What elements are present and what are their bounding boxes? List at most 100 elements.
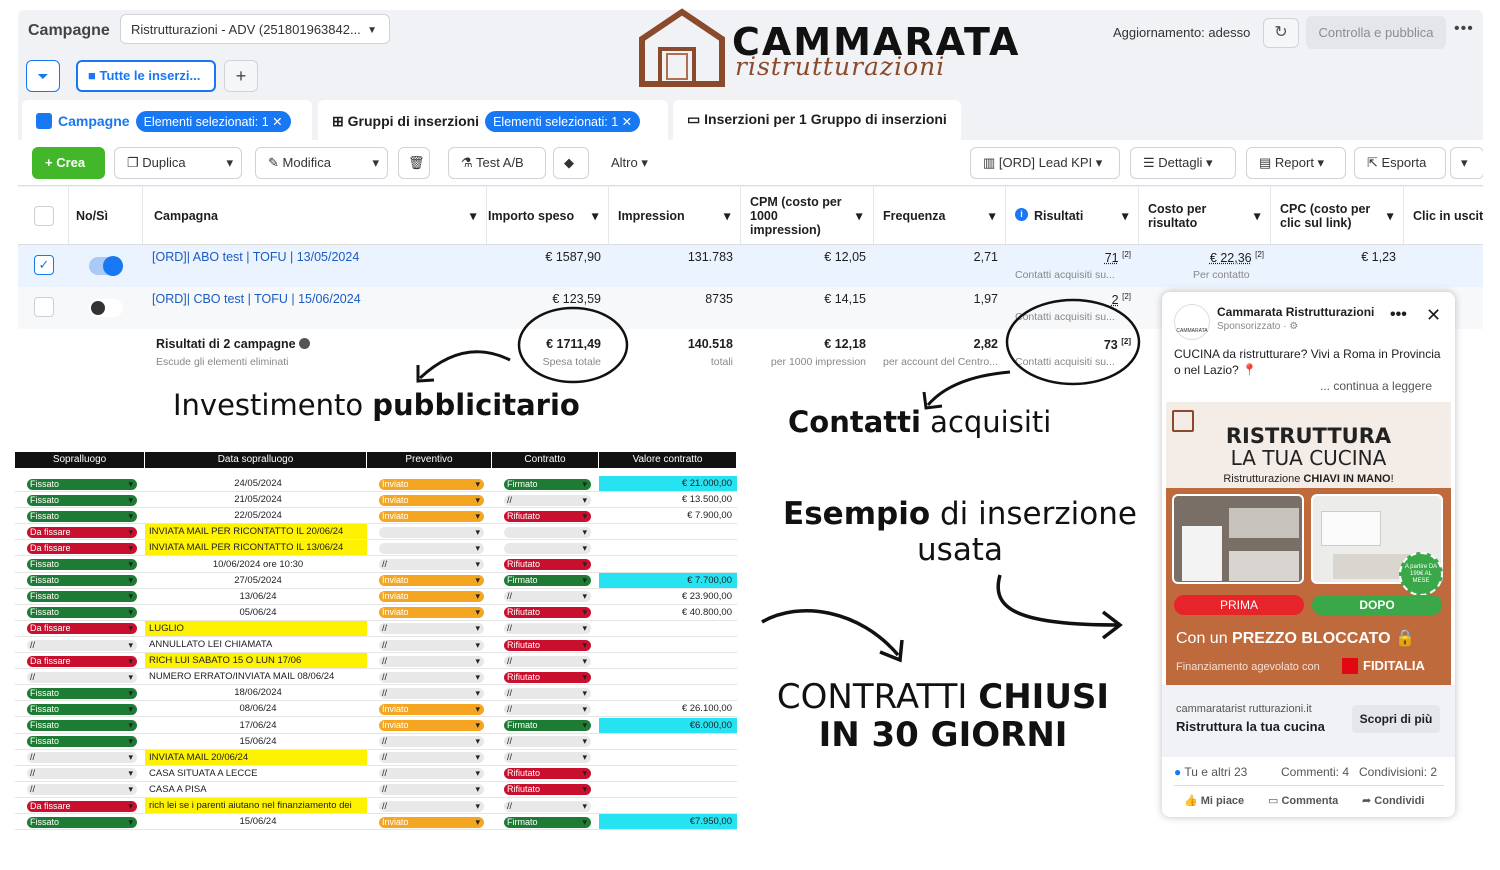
sheet-cell[interactable]: Fissato bbox=[15, 557, 145, 573]
status-dropdown[interactable] bbox=[379, 542, 484, 554]
sheet-cell[interactable]: Rifiutato bbox=[492, 557, 599, 573]
sort-icon[interactable]: ▾ bbox=[1254, 209, 1260, 223]
sheet-cell[interactable]: // bbox=[367, 669, 492, 686]
sheet-cell[interactable]: Da fissare bbox=[15, 524, 145, 541]
sort-icon[interactable]: ▾ bbox=[989, 209, 995, 223]
sheet-cell[interactable]: Da fissare bbox=[15, 621, 145, 637]
sheet-cell[interactable]: Fissato bbox=[15, 508, 145, 525]
sheet-cell[interactable]: // bbox=[15, 669, 145, 686]
sheet-cell[interactable] bbox=[367, 540, 492, 557]
sheet-cell[interactable]: Fissato bbox=[15, 814, 145, 831]
sheet-cell[interactable] bbox=[599, 685, 737, 702]
sheet-cell[interactable]: // bbox=[15, 766, 145, 782]
sort-icon[interactable]: ▾ bbox=[724, 209, 730, 223]
page-name[interactable]: Cammarata Ristrutturazioni bbox=[1217, 305, 1374, 319]
sheet-cell[interactable]: Firmato bbox=[492, 573, 599, 589]
sheet-cell[interactable]: Rifiutato bbox=[492, 508, 599, 525]
more-options-icon[interactable]: ••• bbox=[1454, 20, 1474, 38]
campaign-toggle[interactable] bbox=[89, 256, 123, 276]
results-value[interactable]: 71 bbox=[1105, 251, 1119, 265]
tab-campaigns[interactable]: Campagne Elementi selezionati: 1 ✕ bbox=[22, 100, 312, 140]
sheet-cell[interactable]: // bbox=[492, 492, 599, 509]
status-dropdown[interactable]: // bbox=[379, 671, 484, 683]
edit-button[interactable]: ✎ Modifica ▾ bbox=[255, 147, 388, 179]
chevron-down-icon[interactable]: ▾ bbox=[372, 155, 379, 171]
status-dropdown[interactable]: Firmato bbox=[504, 478, 591, 490]
status-dropdown[interactable]: // bbox=[379, 559, 484, 570]
sheet-cell[interactable] bbox=[599, 653, 737, 670]
status-dropdown[interactable]: Fissato bbox=[27, 687, 137, 699]
more-button[interactable]: Altro ▾ bbox=[598, 147, 668, 179]
sheet-cell[interactable]: Rifiutato bbox=[492, 605, 599, 621]
status-dropdown[interactable]: Fissato bbox=[27, 575, 137, 587]
info-icon[interactable] bbox=[299, 338, 311, 349]
sort-icon[interactable]: ▾ bbox=[1387, 209, 1393, 223]
sheet-cell[interactable]: Da fissare bbox=[15, 653, 145, 670]
sheet-cell[interactable]: // bbox=[492, 734, 599, 750]
sheet-cell[interactable]: CASA A PISA bbox=[145, 782, 367, 798]
sheet-cell[interactable]: INVIATA MAIL PER RICONTATTO IL 13/06/24 bbox=[145, 540, 367, 557]
status-dropdown[interactable]: // bbox=[379, 639, 484, 651]
sheet-cell[interactable] bbox=[599, 734, 737, 750]
status-dropdown[interactable]: Rifiutato bbox=[504, 559, 591, 570]
sheet-cell[interactable]: Inviato bbox=[367, 605, 492, 621]
tag-icon[interactable]: ◆ bbox=[553, 147, 589, 179]
status-dropdown[interactable]: Rifiutato bbox=[504, 607, 591, 619]
read-more-link[interactable]: ... continua a leggere bbox=[1320, 379, 1432, 393]
sheet-cell[interactable] bbox=[599, 782, 737, 798]
status-dropdown[interactable]: Inviato bbox=[379, 575, 484, 587]
status-dropdown[interactable]: Rifiutato bbox=[504, 639, 591, 651]
sheet-cell[interactable]: € 13.500,00 bbox=[599, 492, 737, 509]
status-dropdown[interactable]: Inviato bbox=[379, 703, 484, 715]
sheet-cell[interactable]: 15/06/24 bbox=[145, 814, 367, 831]
close-icon[interactable]: ✕ bbox=[622, 115, 632, 129]
status-dropdown[interactable] bbox=[379, 526, 484, 538]
selected-pill[interactable]: Elementi selezionati: 1 ✕ bbox=[485, 111, 641, 132]
sheet-cell[interactable]: Inviato bbox=[367, 701, 492, 718]
export-chevron-icon[interactable]: ▾ bbox=[1450, 147, 1483, 179]
sheet-cell[interactable]: Firmato bbox=[492, 476, 599, 492]
sheet-cell[interactable]: // bbox=[367, 734, 492, 750]
tab-adsets[interactable]: ⊞ Gruppi di inserzioni Elementi seleziona… bbox=[318, 100, 668, 140]
columns-button[interactable]: ▥ [ORD] Lead KPI ▾ bbox=[970, 147, 1120, 179]
status-dropdown[interactable]: Fissato bbox=[27, 703, 137, 715]
status-dropdown[interactable]: // bbox=[27, 784, 137, 796]
sheet-cell[interactable] bbox=[599, 750, 737, 766]
sheet-cell[interactable]: // bbox=[15, 782, 145, 798]
account-selector[interactable]: Ristrutturazioni - ADV (251801963842... ▼ bbox=[120, 14, 390, 44]
cpr-value[interactable]: € 22,36 bbox=[1210, 251, 1252, 265]
filter-icon[interactable]: ⏷ bbox=[26, 60, 60, 92]
status-dropdown[interactable]: // bbox=[504, 655, 591, 667]
sheet-cell[interactable]: // bbox=[367, 782, 492, 798]
status-dropdown[interactable]: Inviato bbox=[379, 591, 484, 603]
header-frequency[interactable]: Frequenza bbox=[883, 209, 946, 223]
status-dropdown[interactable]: Fissato bbox=[27, 736, 137, 748]
sheet-cell[interactable]: // bbox=[367, 750, 492, 766]
status-dropdown[interactable]: // bbox=[379, 752, 484, 764]
sheet-cell[interactable]: Inviato bbox=[367, 589, 492, 605]
status-dropdown[interactable]: Da fissare bbox=[27, 623, 137, 635]
sheet-cell[interactable]: // bbox=[492, 750, 599, 766]
sheet-cell[interactable]: Da fissare bbox=[15, 540, 145, 557]
status-dropdown[interactable]: // bbox=[27, 752, 137, 764]
row-checkbox[interactable]: ✓ bbox=[34, 255, 54, 275]
status-dropdown[interactable]: // bbox=[504, 736, 591, 748]
status-dropdown[interactable]: Da fissare bbox=[27, 542, 137, 554]
comments-count[interactable]: Commenti: 4 bbox=[1281, 765, 1349, 779]
sheet-cell[interactable]: Inviato bbox=[367, 492, 492, 509]
status-dropdown[interactable]: // bbox=[27, 639, 137, 651]
export-button[interactable]: ⇱ Esporta bbox=[1354, 147, 1446, 179]
sheet-cell[interactable] bbox=[599, 524, 737, 541]
sheet-cell[interactable]: // bbox=[367, 685, 492, 702]
sheet-cell[interactable] bbox=[599, 557, 737, 573]
sheet-cell[interactable]: € 26.100,00 bbox=[599, 701, 737, 718]
sheet-cell[interactable]: Fissato bbox=[15, 718, 145, 734]
sheet-cell[interactable]: Inviato bbox=[367, 718, 492, 734]
sheet-cell[interactable]: // bbox=[367, 557, 492, 573]
sheet-cell[interactable]: Fissato bbox=[15, 573, 145, 589]
header-clicks[interactable]: Clic in uscita bbox=[1413, 209, 1483, 223]
status-dropdown[interactable]: // bbox=[379, 736, 484, 748]
status-dropdown[interactable]: // bbox=[504, 687, 591, 699]
sort-icon[interactable]: ▾ bbox=[1122, 209, 1128, 223]
sheet-cell[interactable]: € 7.700,00 bbox=[599, 572, 737, 589]
